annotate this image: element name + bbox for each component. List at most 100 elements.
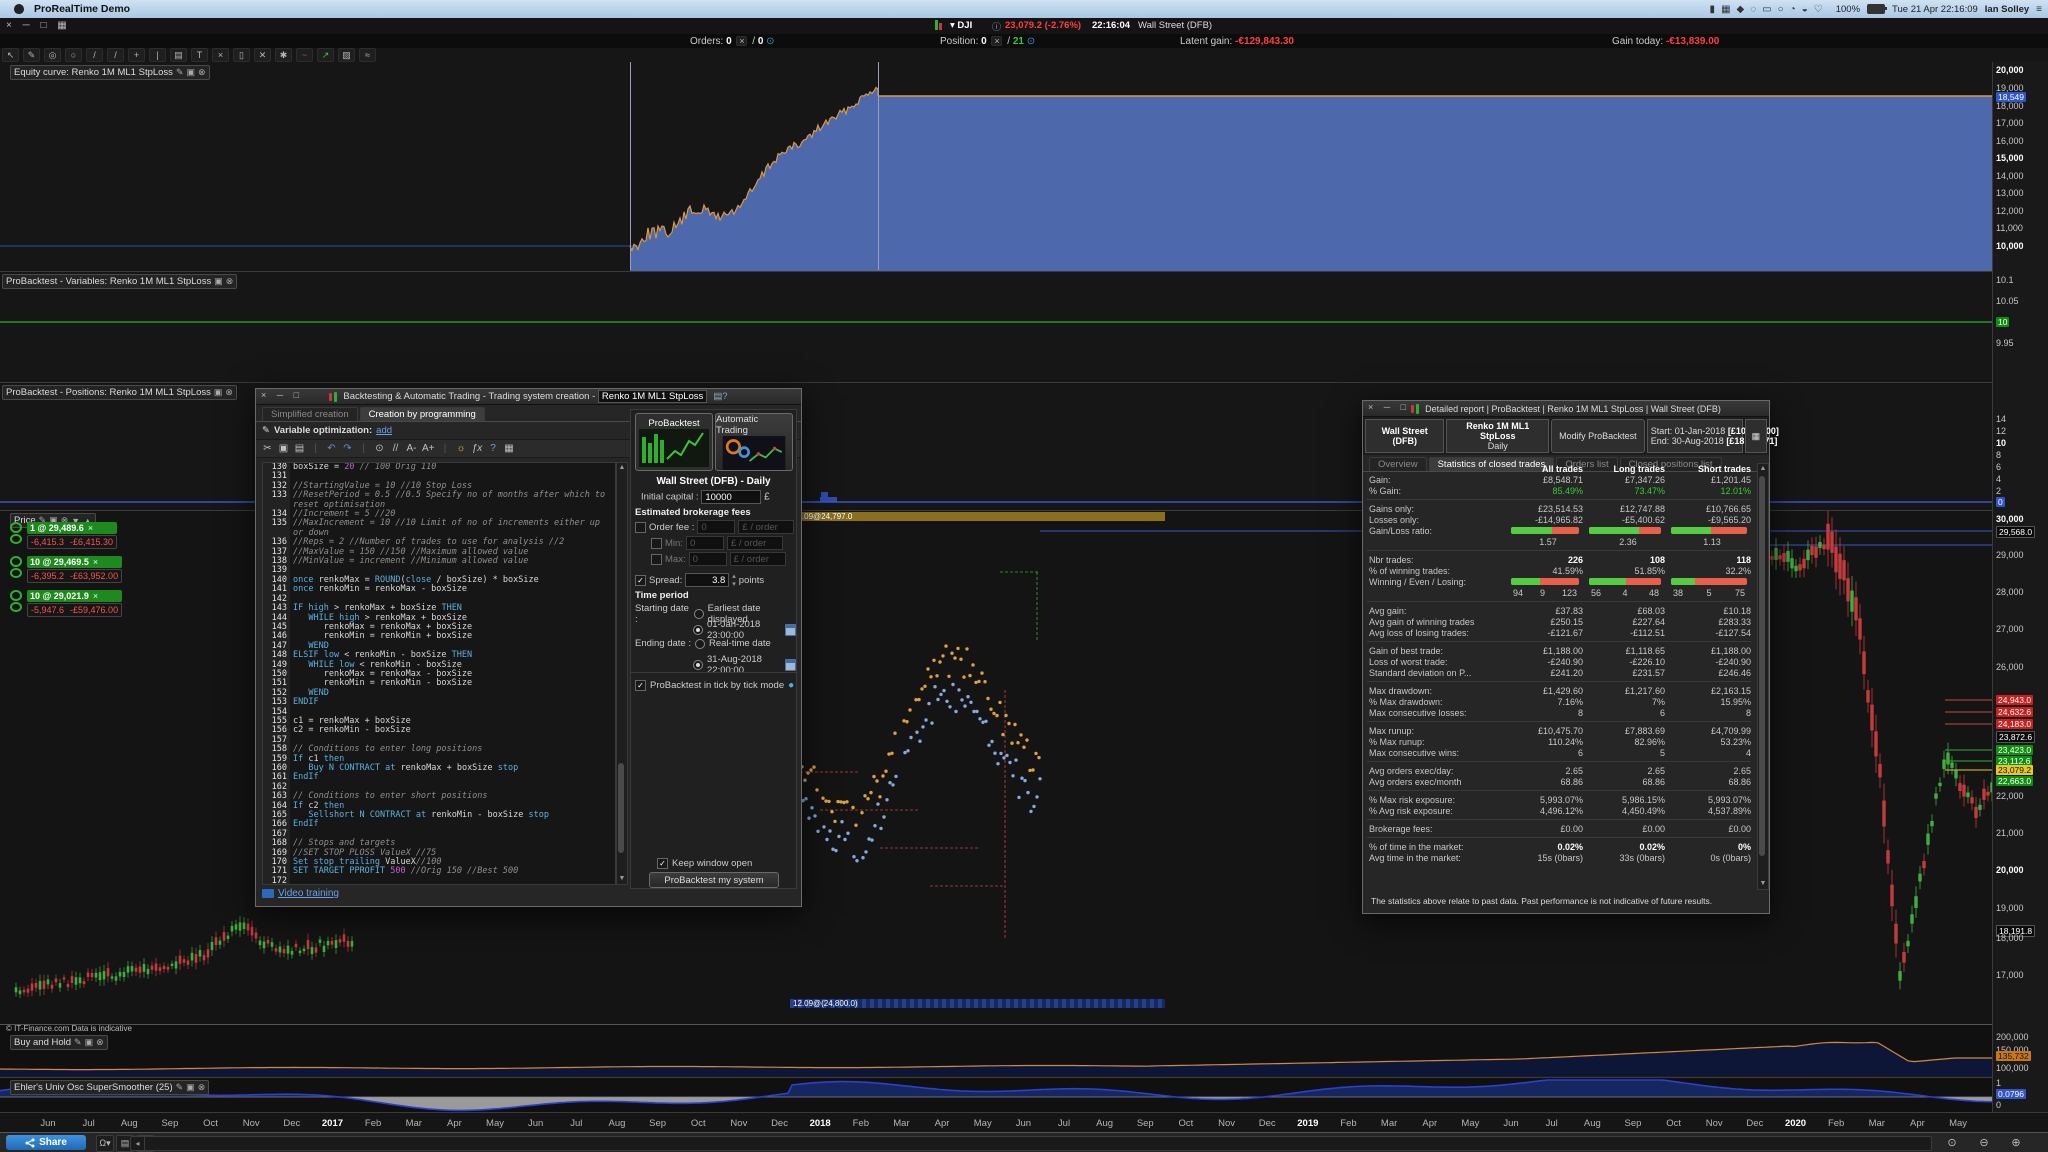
code-line[interactable]: 161EndIf xyxy=(263,773,615,782)
video-training-link[interactable]: Video training xyxy=(278,888,339,899)
trash-tool[interactable]: ▯ xyxy=(233,48,250,62)
position-qty-badge[interactable]: 10 @ 29,021.9 × xyxy=(27,590,122,602)
report-print-icon[interactable]: ▦ xyxy=(1745,419,1767,453)
help-icon[interactable]: ? xyxy=(488,443,499,454)
menubar-user[interactable]: Ian Solley xyxy=(1985,4,2029,15)
run-probacktest-button[interactable]: ProBacktest my system xyxy=(649,872,779,888)
copy-icon[interactable]: ▣ xyxy=(278,443,289,454)
zoom-out-icon[interactable]: ⊖ xyxy=(1972,1135,1996,1150)
menubar-clock[interactable]: Tue 21 Apr 22:16:09 xyxy=(1892,4,1978,15)
calendar-icon[interactable] xyxy=(785,624,796,636)
spread-stepper[interactable]: ▴▾ xyxy=(732,572,736,588)
spread-checkbox[interactable]: ✓ xyxy=(635,575,646,586)
share-button[interactable]: Share xyxy=(6,1135,86,1150)
wave-tool[interactable]: ≈ xyxy=(359,48,376,62)
position-gear-icon[interactable] xyxy=(10,590,24,612)
max-fee-checkbox[interactable] xyxy=(651,554,662,565)
close-position-icon[interactable]: × xyxy=(93,557,98,567)
heart-icon[interactable]: ♡ xyxy=(1814,4,1823,15)
channel-tool[interactable]: ▨ xyxy=(338,48,355,62)
calendar-icon[interactable] xyxy=(785,659,796,671)
order-fee-field[interactable]: 0 xyxy=(697,520,735,534)
cut-icon[interactable]: ✂ xyxy=(262,443,273,454)
code-line[interactable]: 141once renkoMin = renkoMax - boxSize xyxy=(263,585,615,594)
app-title[interactable]: ProRealTime Demo xyxy=(34,3,130,15)
vline-tool[interactable]: | xyxy=(149,48,166,62)
font-smaller-button[interactable]: A- xyxy=(406,443,417,454)
min-fee-checkbox[interactable] xyxy=(651,538,662,549)
max-fee-field[interactable]: 0 xyxy=(689,552,727,566)
min-fee-field[interactable]: 0 xyxy=(686,536,724,550)
open-position-row[interactable]: 1 @ 29,489.6 ×-6,415.3-£6,415.30 xyxy=(10,522,117,549)
quote-info-icon[interactable]: ⓘ xyxy=(992,20,1001,33)
zigzag-tool[interactable]: ~ xyxy=(296,48,313,62)
wifi-icon[interactable]: ◒ xyxy=(1802,4,1808,15)
ehlers-chart[interactable] xyxy=(0,1078,1992,1112)
dialog-report-icon[interactable]: ▤ xyxy=(713,391,722,402)
orders-close-icon[interactable]: × xyxy=(736,36,747,46)
text-tool[interactable]: T xyxy=(191,48,208,62)
code-scrollbar[interactable]: ▲ ▼ xyxy=(616,462,628,885)
window-icon[interactable]: ▣ xyxy=(214,276,223,287)
code-line[interactable]: 130boxSize = 20 // 100 Orig 110 xyxy=(263,463,615,472)
redo-icon[interactable]: ↷ xyxy=(342,443,353,454)
close-icon[interactable]: ⊗ xyxy=(198,1082,206,1093)
user-menu-icon[interactable]: Ω▾ xyxy=(96,1135,114,1152)
ray-tool[interactable]: / xyxy=(107,48,124,62)
pencil-tool[interactable]: ✎ xyxy=(23,48,40,62)
system-name-field[interactable]: Renko 1M ML1 StpLoss xyxy=(598,390,707,403)
code-line[interactable]: 135//MaxIncrement = 10 //10 Limit of no … xyxy=(263,519,615,538)
keep-open-checkbox[interactable]: ✓ xyxy=(657,858,668,869)
erase-tool[interactable]: × xyxy=(212,48,229,62)
position-qty-badge[interactable]: 1 @ 29,489.6 × xyxy=(27,522,117,534)
close-icon[interactable]: ⊗ xyxy=(198,67,206,78)
wrench-icon[interactable]: ✎ xyxy=(176,1082,184,1093)
zoom-fit-icon[interactable]: ⊙ xyxy=(1940,1135,1964,1150)
line-tool[interactable]: / xyxy=(86,48,103,62)
grid-icon[interactable]: ▦ xyxy=(1721,4,1730,15)
horizontal-scrollbar[interactable]: ◂ xyxy=(130,1136,1932,1151)
position-qty-badge[interactable]: 10 @ 29,469.5 × xyxy=(27,556,122,568)
tab-probacktest[interactable]: ProBacktest xyxy=(635,413,713,471)
scroll-left-icon[interactable]: ◂ xyxy=(131,1137,145,1150)
window-controls[interactable]: × ─ □ ▦ xyxy=(6,20,71,31)
orders-config-icon[interactable]: ⊙ xyxy=(766,36,774,47)
zoom-tool[interactable]: ○ xyxy=(65,48,82,62)
close-icon[interactable]: ⊗ xyxy=(96,1037,104,1048)
window-icon[interactable]: ▣ xyxy=(85,1037,94,1048)
end-date-radio[interactable] xyxy=(693,660,703,670)
function-icon[interactable]: ƒx xyxy=(472,443,483,454)
scroll-up-icon[interactable]: ▲ xyxy=(1758,464,1768,474)
window-icon[interactable]: ▣ xyxy=(214,387,223,398)
arrow-tool[interactable]: ↗ xyxy=(317,48,334,62)
scroll-down-icon[interactable]: ▼ xyxy=(617,874,627,884)
tick-mode-checkbox[interactable]: ✓ xyxy=(635,680,646,691)
phone-icon[interactable]: ◆ xyxy=(1737,4,1745,15)
min-fee-unit-select[interactable]: £ / order xyxy=(727,536,783,550)
modify-probacktest-button[interactable]: Modify ProBacktest xyxy=(1551,419,1645,453)
cross-tool[interactable]: ✕ xyxy=(254,48,271,62)
window-icon[interactable]: ▣ xyxy=(186,1082,195,1093)
position-close-icon[interactable]: × xyxy=(991,36,1002,46)
wrench-icon[interactable]: ✎ xyxy=(176,67,184,78)
display-icon[interactable]: ▭ xyxy=(1762,4,1771,15)
close-position-icon[interactable]: × xyxy=(88,523,93,533)
search-icon[interactable]: ⊙ xyxy=(374,443,385,454)
scroll-down-icon[interactable]: ▼ xyxy=(1758,879,1768,889)
earliest-date-radio[interactable] xyxy=(694,609,704,619)
position-gear-icon[interactable] xyxy=(10,522,24,544)
apple-menu-icon[interactable] xyxy=(14,4,24,14)
tab-automatic-trading[interactable]: Automatic Trading xyxy=(715,413,793,471)
timeline[interactable]: JunJulAugSepOctNovDec2017FebMarAprMayJun… xyxy=(0,1112,2048,1133)
quote-symbol[interactable]: ▾ DJI xyxy=(950,20,972,31)
clock-icon[interactable]: ◔ xyxy=(1790,4,1796,15)
window-icon[interactable]: ▣ xyxy=(186,67,195,78)
report-scrollbar[interactable]: ▲ ▼ xyxy=(1757,463,1769,890)
code-line[interactable]: 138//MinValue = increment //Minimum allo… xyxy=(263,557,615,566)
zoom-in-icon[interactable]: ⊕ xyxy=(2004,1135,2028,1150)
buy-hold-chart[interactable] xyxy=(0,1032,1992,1076)
print-icon[interactable]: ▦ xyxy=(504,443,515,454)
spread-field[interactable]: 3.8 xyxy=(685,573,729,587)
realtime-date-radio[interactable] xyxy=(695,639,705,649)
code-line[interactable]: 133//ResetPeriod = 0.5 //0.5 Specify no … xyxy=(263,491,615,510)
